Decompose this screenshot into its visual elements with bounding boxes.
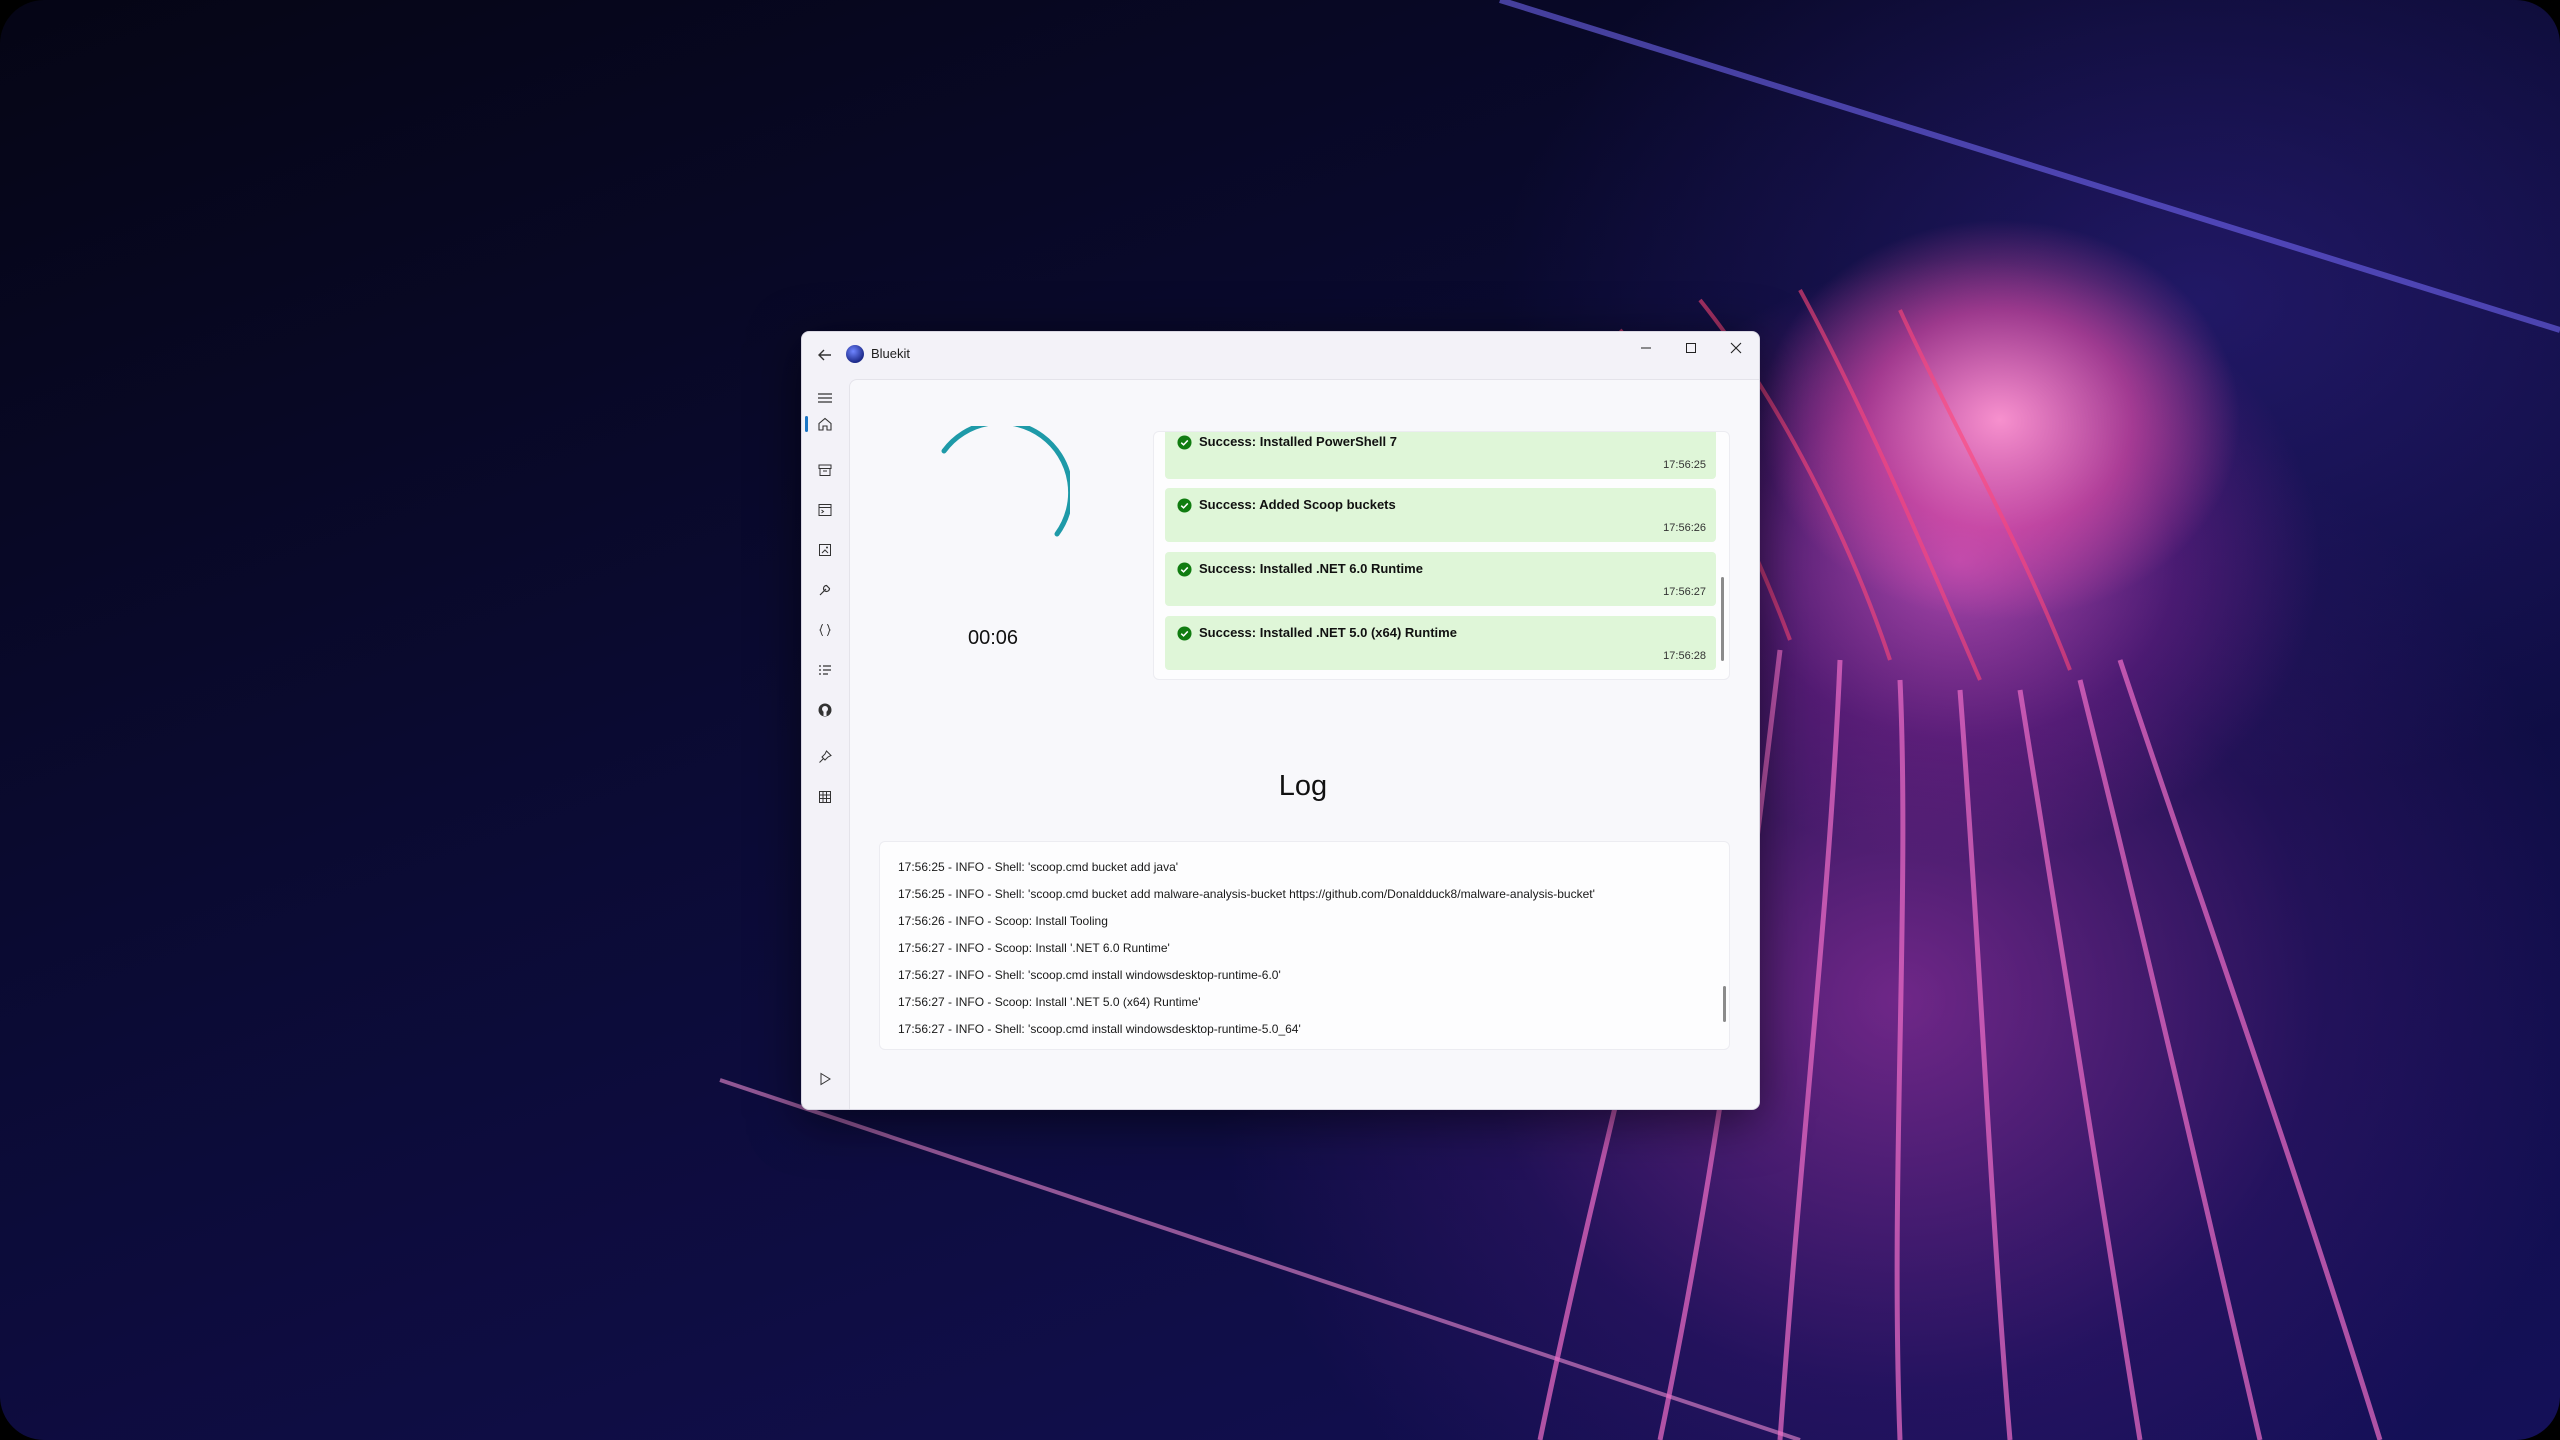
nav-item-tools[interactable] [808, 575, 842, 605]
status-message: Success: Added Scoop buckets [1199, 497, 1396, 512]
elapsed-timer: 00:06 [967, 627, 1019, 649]
archive-box-icon [818, 464, 832, 476]
image-document-icon [819, 544, 831, 556]
nav-item-images[interactable] [808, 535, 842, 565]
close-button[interactable] [1713, 332, 1759, 364]
log-line: 17:56:25 - INFO - Shell: 'scoop.cmd buck… [898, 860, 1179, 874]
maximize-button[interactable] [1668, 332, 1714, 364]
github-icon [818, 703, 832, 717]
status-time: 17:56:26 [1663, 522, 1706, 534]
status-item: Success: Installed .NET 6.0 Runtime 17:5… [1165, 552, 1716, 606]
log-line: 17:56:25 - INFO - Shell: 'scoop.cmd buck… [898, 887, 1595, 901]
window-title: Bluekit [871, 346, 911, 361]
success-check-icon [1177, 626, 1192, 641]
status-item: Success: Installed .NET 5.0 (x64) Runtim… [1165, 616, 1716, 670]
nav-item-packages[interactable] [808, 455, 842, 485]
log-heading: Log [1278, 770, 1328, 802]
log-line: 17:56:26 - INFO - Scoop: Install Tooling [898, 914, 1108, 928]
nav-item-home[interactable] [808, 409, 842, 439]
status-scrollbar[interactable] [1721, 577, 1724, 661]
status-message: Success: Installed .NET 6.0 Runtime [1199, 561, 1423, 576]
nav-item-github[interactable] [808, 695, 842, 725]
nav-item-tasks[interactable] [808, 655, 842, 685]
log-line: 17:56:27 - INFO - Shell: 'scoop.cmd inst… [898, 968, 1281, 982]
list-checklist-icon [819, 665, 831, 675]
maximize-icon [1686, 343, 1696, 353]
code-braces-icon [819, 624, 831, 636]
nav-item-code[interactable] [808, 615, 842, 645]
minimize-button[interactable] [1623, 332, 1669, 364]
nav-item-run[interactable] [808, 1064, 842, 1094]
nav-item-pinned[interactable] [808, 742, 842, 772]
status-time: 17:56:25 [1663, 459, 1706, 471]
status-list-panel: Success: Installed PowerShell 7 17:56:25… [1153, 431, 1730, 680]
close-icon [1730, 342, 1742, 354]
tools-wrench-icon [819, 584, 831, 596]
success-check-icon [1177, 435, 1192, 450]
log-line: 17:56:27 - INFO - Scoop: Install '.NET 6… [898, 941, 1170, 955]
home-icon [818, 417, 832, 431]
nav-item-grid[interactable] [808, 782, 842, 812]
success-check-icon [1177, 562, 1192, 577]
log-scrollbar[interactable] [1723, 986, 1726, 1022]
status-time: 17:56:27 [1663, 586, 1706, 598]
status-item: Success: Installed PowerShell 7 17:56:25 [1165, 432, 1716, 479]
log-panel: 17:56:25 - INFO - Shell: 'scoop.cmd buck… [879, 841, 1730, 1050]
nav-item-terminal[interactable] [808, 495, 842, 525]
log-line: 17:56:27 - INFO - Scoop: Install '.NET 5… [898, 995, 1201, 1009]
navigation-rail [802, 378, 848, 1109]
title-bar: Bluekit [802, 332, 1759, 378]
grid-table-icon [819, 791, 831, 803]
status-message: Success: Installed PowerShell 7 [1199, 434, 1397, 449]
minimize-icon [1641, 347, 1651, 349]
status-time: 17:56:28 [1663, 650, 1706, 662]
back-arrow-icon[interactable] [814, 344, 836, 366]
progress-ring-spinner [941, 426, 1070, 537]
success-check-icon [1177, 498, 1192, 513]
hamburger-menu-icon [818, 393, 832, 403]
play-icon [820, 1072, 831, 1086]
status-message: Success: Installed .NET 5.0 (x64) Runtim… [1199, 625, 1457, 640]
status-item: Success: Added Scoop buckets 17:56:26 [1165, 488, 1716, 542]
pin-icon [819, 750, 832, 763]
log-line: 17:56:27 - INFO - Shell: 'scoop.cmd inst… [898, 1022, 1301, 1036]
app-logo-icon [846, 345, 864, 363]
window-terminal-icon [818, 504, 832, 516]
